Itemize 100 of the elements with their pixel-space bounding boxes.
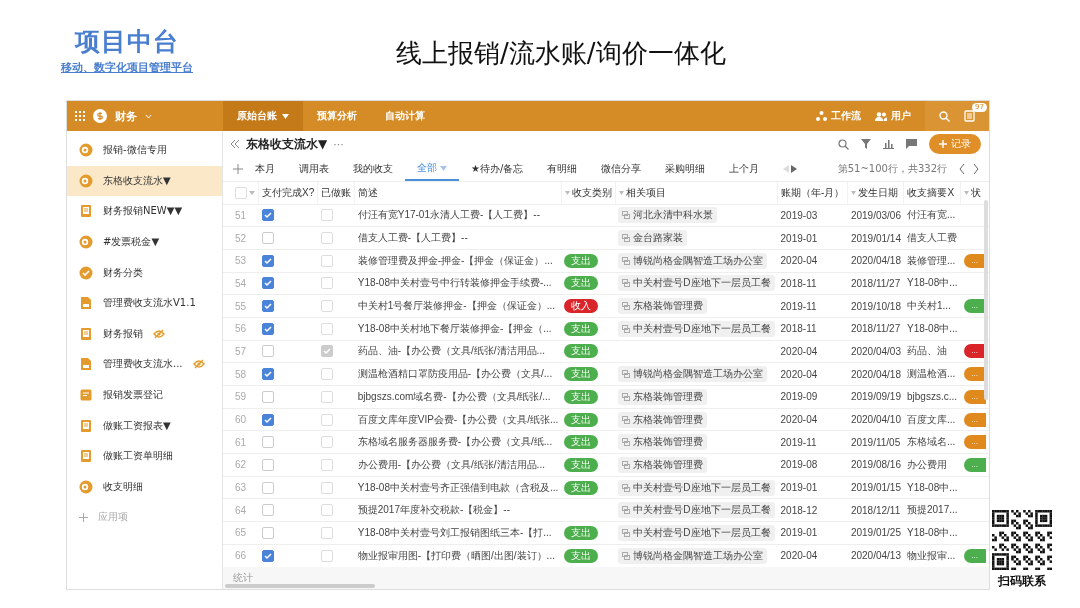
sidebar-item[interactable]: 报销-微信专用 xyxy=(67,135,222,166)
sidebar-item[interactable]: 管理费收支流水V1.1 xyxy=(67,287,222,319)
right-arrow-icon[interactable] xyxy=(791,165,798,173)
sidebar-item[interactable]: 做账工资单明细 xyxy=(67,440,222,472)
filter-caret-icon[interactable] xyxy=(564,190,570,195)
project-chip[interactable]: 中关村壹号D座地下一层员工餐 xyxy=(618,320,775,337)
caret-icon[interactable] xyxy=(249,190,255,195)
apps-grid-icon[interactable] xyxy=(75,111,85,121)
project-chip[interactable]: 东格装饰管理费 xyxy=(618,298,708,315)
booked-checkbox[interactable] xyxy=(320,413,333,426)
booked-checkbox[interactable] xyxy=(320,322,333,335)
view-tab[interactable]: 全部 xyxy=(405,157,459,181)
payment-checkbox[interactable] xyxy=(261,526,274,539)
project-chip[interactable]: 中关村壹号D座地下一层员工餐 xyxy=(618,524,775,541)
scrollbar[interactable] xyxy=(984,200,988,400)
column-header[interactable]: 发生日期 xyxy=(858,185,899,200)
filter-caret-icon[interactable] xyxy=(618,190,624,195)
payment-checkbox[interactable] xyxy=(261,481,274,494)
booked-checkbox[interactable] xyxy=(320,254,333,267)
project-chip[interactable]: 东格装饰管理费 xyxy=(618,456,708,473)
column-header[interactable]: 账期（年-月） xyxy=(781,185,845,200)
project-chip[interactable]: 中关村壹号D座地下一层员工餐 xyxy=(618,275,775,292)
booked-checkbox[interactable] xyxy=(320,549,333,562)
payment-checkbox[interactable] xyxy=(261,413,274,426)
payment-checkbox[interactable] xyxy=(261,232,274,245)
booked-checkbox[interactable] xyxy=(320,390,333,403)
payment-checkbox[interactable] xyxy=(261,549,274,562)
sidebar-item[interactable]: 财务报销NEW▼▼ xyxy=(67,196,222,227)
project-chip[interactable]: 东格装饰管理费 xyxy=(618,388,708,405)
view-tab[interactable]: 微信分享 xyxy=(589,157,654,181)
view-tab[interactable]: 采购明细 xyxy=(653,157,718,181)
column-header[interactable]: 相关项目 xyxy=(625,185,666,200)
column-header[interactable]: 简述 xyxy=(358,185,379,200)
view-tab[interactable]: ★待办/备忘 xyxy=(459,157,536,181)
payment-checkbox[interactable] xyxy=(261,436,274,449)
filter-caret-icon[interactable] xyxy=(964,190,970,195)
view-tab[interactable]: 我的收支 xyxy=(341,157,405,181)
payment-checkbox[interactable] xyxy=(261,322,274,335)
sidebar-item[interactable]: 做账工资报表▼ xyxy=(67,410,222,441)
project-chip[interactable]: 河北永清中科水景 xyxy=(618,207,718,224)
payment-checkbox[interactable] xyxy=(261,300,274,313)
booked-checkbox[interactable] xyxy=(320,526,333,539)
payment-checkbox[interactable] xyxy=(261,209,274,222)
project-chip[interactable]: 中关村壹号D座地下一层员工餐 xyxy=(618,479,775,496)
collapse-icon[interactable] xyxy=(231,140,240,148)
search-icon[interactable] xyxy=(939,110,950,122)
column-header[interactable]: 状 xyxy=(971,185,982,200)
view-tab[interactable]: 有明细 xyxy=(535,157,590,181)
booked-checkbox[interactable] xyxy=(320,277,333,290)
project-chip[interactable]: 金台路家装 xyxy=(618,230,688,247)
filter-caret-icon[interactable] xyxy=(851,190,857,195)
search-icon[interactable] xyxy=(838,138,849,150)
view-tab[interactable]: 本月 xyxy=(243,157,287,181)
payment-checkbox[interactable] xyxy=(261,504,274,517)
view-tab[interactable]: 上个月 xyxy=(717,157,772,181)
booked-checkbox[interactable] xyxy=(320,368,333,381)
next-page-icon[interactable] xyxy=(973,164,979,174)
payment-checkbox[interactable] xyxy=(261,368,274,381)
notification-icon[interactable] xyxy=(964,110,975,122)
sidebar-item[interactable]: 财务报销 xyxy=(67,318,222,350)
booked-checkbox[interactable] xyxy=(320,458,333,471)
column-header[interactable]: 已做账 xyxy=(321,185,352,200)
sidebar-item[interactable]: 东格收支流水▼ xyxy=(67,165,222,197)
project-chip[interactable]: 博锐尚格金隅智造工场办公室 xyxy=(618,366,768,383)
filter-icon[interactable] xyxy=(861,139,871,149)
booked-checkbox[interactable] xyxy=(320,345,333,358)
sheet-title[interactable]: 东格收支流水▼ xyxy=(246,135,328,153)
sidebar-item[interactable]: #发票税金▼ xyxy=(67,226,222,258)
payment-checkbox[interactable] xyxy=(261,277,274,290)
project-chip[interactable]: 中关村壹号D座地下一层员工餐 xyxy=(618,502,775,519)
sidebar-item[interactable]: 管理费收支流水... xyxy=(67,349,222,380)
booked-checkbox[interactable] xyxy=(320,300,333,313)
column-header[interactable]: 收支摘要X xyxy=(907,185,955,200)
project-chip[interactable]: 东格装饰管理费 xyxy=(618,411,708,428)
payment-checkbox[interactable] xyxy=(261,254,274,267)
sidebar-item[interactable]: 收支明细 xyxy=(67,471,222,503)
plus-icon[interactable] xyxy=(233,164,243,174)
booked-checkbox[interactable] xyxy=(320,232,333,245)
sidebar-item[interactable]: 财务分类 xyxy=(67,257,222,288)
column-header[interactable]: 收支类别 xyxy=(571,185,612,200)
previous-page-icon[interactable] xyxy=(959,164,965,174)
payment-checkbox[interactable] xyxy=(261,458,274,471)
project-chip[interactable]: 博锐尚格金隅智造工场办公室 xyxy=(618,252,768,269)
comment-icon[interactable] xyxy=(906,139,917,149)
booked-checkbox[interactable] xyxy=(320,209,333,222)
booked-checkbox[interactable] xyxy=(320,504,333,517)
project-chip[interactable]: 东格装饰管理费 xyxy=(618,434,708,451)
more-menu[interactable]: ··· xyxy=(333,137,344,151)
bar-chart-icon[interactable] xyxy=(883,139,894,149)
caret-icon[interactable] xyxy=(145,113,152,119)
booked-checkbox[interactable] xyxy=(320,436,333,449)
row-number: 60 xyxy=(223,408,259,431)
booked-checkbox[interactable] xyxy=(320,481,333,494)
select-all-checkbox[interactable] xyxy=(235,186,247,199)
project-chip[interactable]: 博锐尚格金隅智造工场办公室 xyxy=(618,547,768,564)
view-tab[interactable]: 调用表 xyxy=(287,157,341,181)
column-header[interactable]: 支付完成X? xyxy=(262,185,315,200)
sidebar-item[interactable]: 报销发票登记 xyxy=(67,379,222,411)
payment-checkbox[interactable] xyxy=(261,345,274,358)
payment-checkbox[interactable] xyxy=(261,390,274,403)
